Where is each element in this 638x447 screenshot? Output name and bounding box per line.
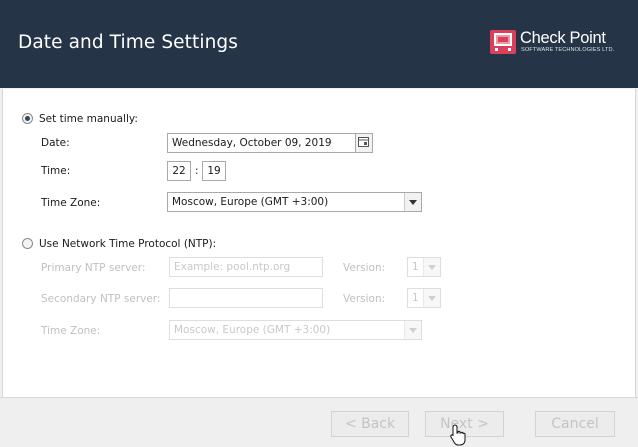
hour-value: 22: [172, 165, 186, 177]
hand-pointer-icon: [450, 424, 466, 446]
time-separator: :: [195, 165, 199, 177]
chevron-down-icon: [409, 199, 417, 205]
primary-ntp-input[interactable]: Example: pool.ntp.org: [169, 257, 323, 277]
secondary-version-dropdown-button[interactable]: [423, 289, 440, 307]
minute-field[interactable]: 19: [202, 161, 226, 181]
primary-version-value: 1: [412, 261, 419, 273]
header-bar: Date and Time Settings Check Point SOFTW…: [0, 0, 638, 88]
date-label: Date:: [41, 137, 70, 149]
check-point-logo: Check Point SOFTWARE TECHNOLOGIES LTD.: [490, 29, 626, 58]
secondary-version-value: 1: [412, 292, 419, 304]
time-zone-dropdown-button[interactable]: [404, 193, 421, 211]
primary-version-label: Version:: [343, 262, 386, 274]
primary-version-dropdown-button[interactable]: [423, 258, 440, 276]
use-ntp-label: Use Network Time Protocol (NTP):: [39, 238, 217, 250]
set-time-manually-radio[interactable]: [22, 113, 33, 124]
use-ntp-radio[interactable]: [22, 238, 33, 249]
ntp-time-zone-value: Moscow, Europe (GMT +3:00): [174, 324, 331, 336]
secondary-ntp-input[interactable]: [169, 288, 323, 308]
chevron-down-icon: [428, 295, 436, 301]
check-point-logo-icon: [490, 30, 516, 54]
calendar-icon[interactable]: [355, 133, 373, 153]
page-title: Date and Time Settings: [18, 32, 239, 53]
logo-subtitle: SOFTWARE TECHNOLOGIES LTD.: [521, 47, 615, 53]
time-label: Time:: [41, 165, 71, 177]
ntp-time-zone-label: Time Zone:: [41, 325, 101, 337]
date-value: Wednesday, October 09, 2019: [172, 137, 332, 149]
date-field[interactable]: Wednesday, October 09, 2019: [167, 133, 356, 153]
secondary-version-label: Version:: [343, 293, 386, 305]
time-zone-label: Time Zone:: [41, 197, 101, 209]
chevron-down-icon: [409, 327, 417, 333]
secondary-ntp-label: Secondary NTP server:: [41, 293, 161, 305]
wizard-footer: < Back Next > Cancel: [0, 397, 638, 447]
back-button[interactable]: < Back: [331, 411, 409, 437]
ntp-time-zone-dropdown-button[interactable]: [404, 321, 421, 339]
primary-version-select[interactable]: 1: [407, 257, 441, 277]
time-zone-value: Moscow, Europe (GMT +3:00): [172, 196, 329, 208]
time-zone-select[interactable]: Moscow, Europe (GMT +3:00): [167, 192, 422, 212]
settings-panel: Set time manually: Date: Wednesday, Octo…: [2, 89, 636, 397]
ntp-time-zone-select[interactable]: Moscow, Europe (GMT +3:00): [169, 320, 422, 340]
logo-name: Check Point: [520, 29, 606, 47]
minute-value: 19: [207, 165, 221, 177]
primary-ntp-placeholder: Example: pool.ntp.org: [174, 261, 291, 273]
primary-ntp-label: Primary NTP server:: [41, 262, 146, 274]
hour-field[interactable]: 22: [167, 161, 191, 181]
secondary-version-select[interactable]: 1: [407, 288, 441, 308]
chevron-down-icon: [428, 264, 436, 270]
cancel-button[interactable]: Cancel: [535, 411, 615, 437]
set-time-manually-label: Set time manually:: [39, 113, 138, 125]
